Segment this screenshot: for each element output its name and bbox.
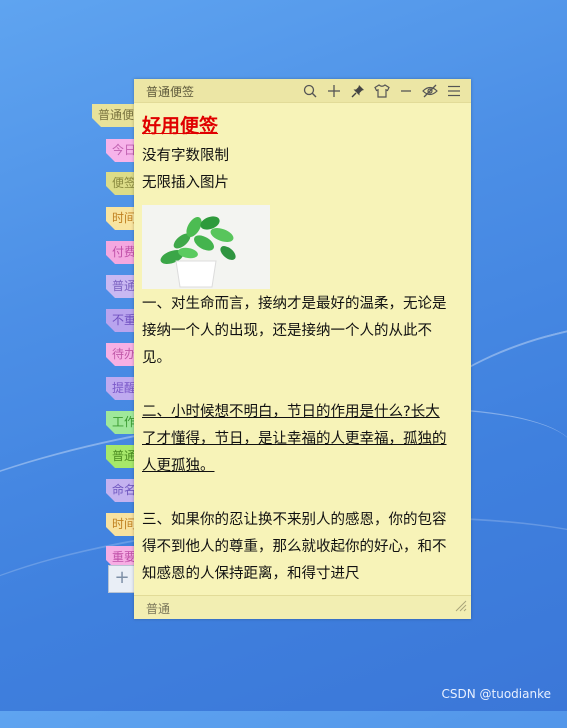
note-title: 普通便签 (146, 85, 195, 99)
paragraph-2: 二、小时候想不明白，节日的作用是什么?长大了才懂得，节日，是让幸福的人更幸福，孤… (142, 404, 447, 474)
plus-icon[interactable] (325, 82, 343, 100)
pin-icon[interactable] (349, 82, 367, 100)
shirt-icon[interactable] (373, 82, 391, 100)
note-line: 没有字数限制 (142, 148, 229, 164)
note-line: 无限插入图片 (142, 175, 229, 191)
paragraph-3: 三、如果你的忍让换不来别人的感恩，你的包容得不到他人的尊重，那么就收起你的好心，… (142, 512, 447, 582)
resize-grip-icon[interactable] (453, 597, 467, 616)
note-heading: 好用便签 (142, 115, 219, 137)
eye-off-icon[interactable] (421, 82, 439, 100)
menu-icon[interactable] (445, 82, 463, 100)
sticky-note-window: 普通便签 好用便签 没有字数限制 无限插入图片 一、对生命而言，接纳才是最好的温… (134, 79, 471, 619)
note-titlebar[interactable]: 普通便签 (134, 79, 471, 103)
note-content[interactable]: 好用便签 没有字数限制 无限插入图片 一、对生命而言，接纳才是最好的温柔，无论是… (142, 113, 447, 593)
plant-image[interactable] (142, 205, 270, 289)
search-icon[interactable] (301, 82, 319, 100)
note-statusbar: 普通 (134, 595, 471, 619)
paragraph-1: 一、对生命而言，接纳才是最好的温柔，无论是接纳一个人的出现，还是接纳一个人的从此… (142, 296, 447, 366)
add-note-button[interactable]: + (108, 565, 135, 593)
watermark: CSDN @tuodianke (441, 687, 552, 701)
note-category-label[interactable]: 普通 (146, 600, 170, 617)
minimize-icon[interactable] (397, 82, 415, 100)
